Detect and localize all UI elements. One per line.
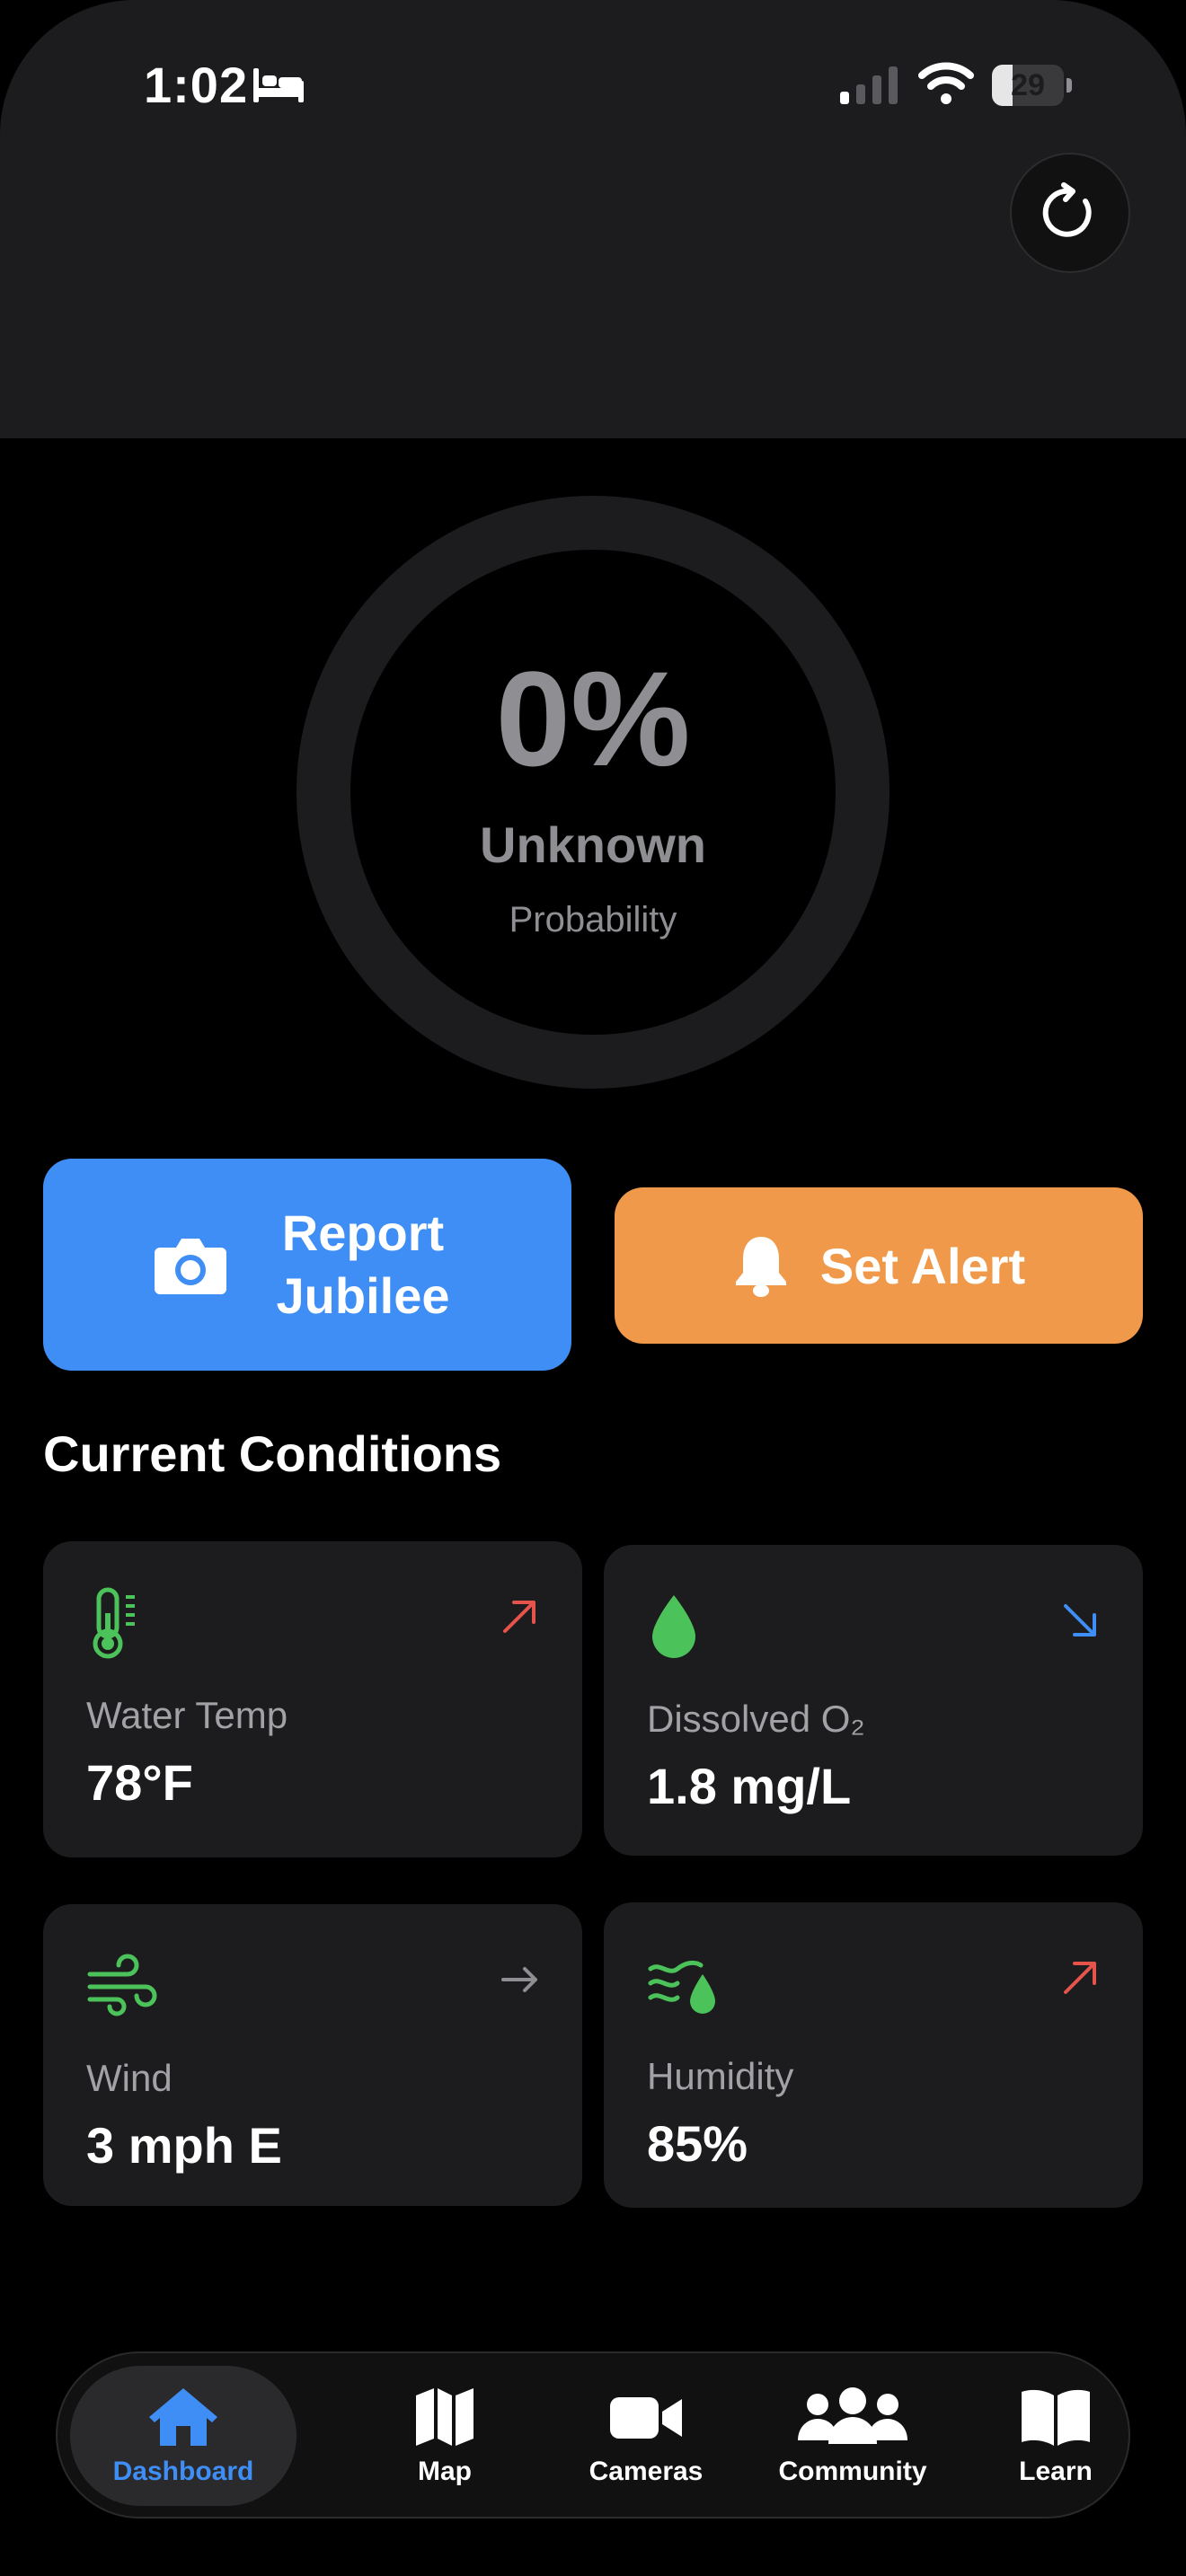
trend-up-arrow-icon: [1064, 1962, 1096, 1994]
tab-label: Learn: [1019, 2457, 1093, 2486]
refresh-icon: [1042, 182, 1092, 237]
card-value: 85%: [647, 2115, 748, 2172]
tab-map[interactable]: Map: [341, 2366, 548, 2506]
people-icon: [798, 2387, 907, 2444]
bell-icon: [735, 1237, 786, 1297]
set-alert-button[interactable]: Set Alert: [615, 1187, 1143, 1344]
tab-learn[interactable]: Learn: [952, 2366, 1159, 2506]
card-label: Dissolved O₂: [647, 1698, 865, 1740]
status-time: 1:02: [144, 57, 249, 113]
tab-bar: Dashboard Map Cameras Community Learn: [56, 2351, 1130, 2519]
card-value: 3 mph E: [86, 2117, 282, 2174]
set-alert-label: Set Alert: [819, 1237, 1026, 1294]
bed-icon: [253, 68, 304, 102]
report-jubilee-label: Report Jubilee: [276, 1204, 450, 1324]
tab-dashboard[interactable]: Dashboard: [70, 2366, 296, 2506]
probability-status: Unknown: [480, 816, 706, 873]
tab-label: Community: [778, 2457, 927, 2486]
section-title: Current Conditions: [43, 1425, 502, 1482]
wind-card[interactable]: Wind 3 mph E: [43, 1904, 582, 2206]
trend-up-arrow-icon: [503, 1601, 535, 1633]
wind-icon: [87, 1954, 157, 2016]
droplet-icon: [652, 1595, 695, 1658]
tab-label: Cameras: [589, 2457, 704, 2486]
card-label: Wind: [86, 2057, 173, 2099]
map-icon: [416, 2388, 474, 2446]
water-temp-card[interactable]: Water Temp 78°F: [43, 1541, 582, 1857]
camera-icon: [155, 1239, 226, 1294]
wifi-icon: [918, 62, 974, 104]
tab-label: Map: [418, 2457, 472, 2486]
dissolved-oxygen-card[interactable]: Dissolved O₂ 1.8 mg/L: [604, 1545, 1143, 1856]
tab-label: Dashboard: [112, 2457, 254, 2486]
trend-down-arrow-icon: [1064, 1604, 1096, 1636]
tab-cameras[interactable]: Cameras: [543, 2366, 749, 2506]
card-label: Humidity: [647, 2055, 794, 2097]
refresh-button[interactable]: [1010, 153, 1130, 273]
battery-indicator: 29: [992, 65, 1073, 106]
tab-community[interactable]: Community: [749, 2366, 956, 2506]
humidity-card[interactable]: Humidity 85%: [604, 1902, 1143, 2208]
video-camera-icon: [610, 2397, 682, 2439]
book-icon: [1022, 2389, 1090, 2446]
humidity-icon: [648, 1960, 715, 2014]
battery-percentage: 29: [1011, 68, 1045, 102]
report-jubilee-button[interactable]: Report Jubilee: [43, 1159, 571, 1371]
cellular-signal-icon: [840, 66, 898, 104]
trend-steady-arrow-icon: [501, 1967, 537, 1992]
card-value: 1.8 mg/L: [647, 1758, 852, 1814]
card-value: 78°F: [86, 1754, 193, 1811]
card-label: Water Temp: [86, 1694, 288, 1736]
probability-label: Probability: [509, 900, 677, 940]
house-icon: [149, 2388, 217, 2446]
thermometer-icon: [93, 1587, 135, 1659]
probability-value: 0%: [495, 643, 691, 794]
